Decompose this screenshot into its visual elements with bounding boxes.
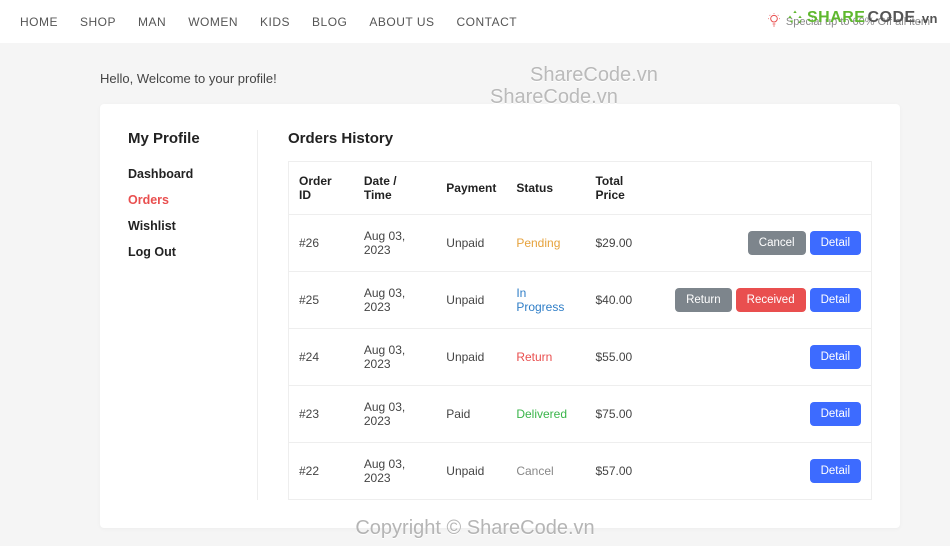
actions-cell: Detail (661, 386, 871, 443)
date-cell: Aug 03, 2023 (354, 329, 436, 386)
date-cell: Aug 03, 2023 (354, 215, 436, 272)
received-button[interactable]: Received (736, 288, 806, 312)
nav-blog[interactable]: BLOG (312, 15, 347, 29)
date-cell: Aug 03, 2023 (354, 386, 436, 443)
nav-man[interactable]: MAN (138, 15, 166, 29)
price-cell: $29.00 (585, 215, 661, 272)
sidebar-item-wishlist[interactable]: Wishlist (128, 213, 237, 239)
payment-cell: Unpaid (436, 272, 506, 329)
col-actions (661, 162, 871, 215)
nav-contact[interactable]: CONTACT (457, 15, 518, 29)
logo-share: SHARE (807, 9, 866, 27)
profile-card: My Profile Dashboard Orders Wishlist Log… (100, 104, 900, 528)
orders-title: Orders History (288, 130, 872, 147)
payment-cell: Unpaid (436, 215, 506, 272)
actions-cell: CancelDetail (661, 215, 871, 272)
nav-about[interactable]: ABOUT US (369, 15, 434, 29)
status-cell: Delivered (506, 386, 585, 443)
table-header-row: Order ID Date / Time Payment Status Tota… (289, 162, 872, 215)
order-id-cell: #22 (289, 443, 354, 500)
recycle-icon (785, 8, 805, 28)
price-cell: $55.00 (585, 329, 661, 386)
status-cell: In Progress (506, 272, 585, 329)
return-button[interactable]: Return (675, 288, 732, 312)
nav-home[interactable]: HOME (20, 15, 58, 29)
col-order-id: Order ID (289, 162, 354, 215)
welcome-text: Hello, Welcome to your profile! (0, 43, 950, 104)
nav-shop[interactable]: SHOP (80, 15, 116, 29)
table-row: #25Aug 03, 2023UnpaidIn Progress$40.00Re… (289, 272, 872, 329)
main-nav: HOME SHOP MAN WOMEN KIDS BLOG ABOUT US C… (20, 15, 517, 29)
nav-kids[interactable]: KIDS (260, 15, 290, 29)
status-cell: Cancel (506, 443, 585, 500)
nav-women[interactable]: WOMEN (188, 15, 238, 29)
col-date: Date / Time (354, 162, 436, 215)
order-id-cell: #25 (289, 272, 354, 329)
payment-cell: Paid (436, 386, 506, 443)
order-id-cell: #23 (289, 386, 354, 443)
actions-cell: Detail (661, 329, 871, 386)
price-cell: $75.00 (585, 386, 661, 443)
col-price: Total Price (585, 162, 661, 215)
table-row: #24Aug 03, 2023UnpaidReturn$55.00 Detail (289, 329, 872, 386)
logo-vn: .vn (918, 11, 938, 26)
sidebar-item-dashboard[interactable]: Dashboard (128, 161, 237, 187)
table-row: #23Aug 03, 2023PaidDelivered$75.00 Detail (289, 386, 872, 443)
date-cell: Aug 03, 2023 (354, 443, 436, 500)
col-status: Status (506, 162, 585, 215)
payment-cell: Unpaid (436, 329, 506, 386)
sidebar-title: My Profile (128, 130, 237, 147)
footer-copyright: Copyright © ShareCode.vn (355, 517, 594, 540)
orders-table: Order ID Date / Time Payment Status Tota… (288, 161, 872, 500)
sidebar-item-orders[interactable]: Orders (128, 187, 237, 213)
order-id-cell: #26 (289, 215, 354, 272)
cancel-button[interactable]: Cancel (748, 231, 806, 255)
actions-cell: Detail (661, 443, 871, 500)
detail-button[interactable]: Detail (810, 345, 861, 369)
status-cell: Pending (506, 215, 585, 272)
date-cell: Aug 03, 2023 (354, 272, 436, 329)
sidebar-item-logout[interactable]: Log Out (128, 239, 237, 265)
profile-sidebar: My Profile Dashboard Orders Wishlist Log… (128, 130, 258, 500)
order-id-cell: #24 (289, 329, 354, 386)
table-row: #26Aug 03, 2023UnpaidPending$29.00Cancel… (289, 215, 872, 272)
price-cell: $40.00 (585, 272, 661, 329)
detail-button[interactable]: Detail (810, 288, 861, 312)
logo-code: CODE (867, 9, 915, 27)
price-cell: $57.00 (585, 443, 661, 500)
detail-button[interactable]: Detail (810, 459, 861, 483)
status-cell: Return (506, 329, 585, 386)
col-payment: Payment (436, 162, 506, 215)
bulb-icon (766, 12, 782, 31)
orders-section: Orders History Order ID Date / Time Paym… (288, 130, 872, 500)
detail-button[interactable]: Detail (810, 231, 861, 255)
table-row: #22Aug 03, 2023UnpaidCancel$57.00 Detail (289, 443, 872, 500)
detail-button[interactable]: Detail (810, 402, 861, 426)
brand-logo: SHARECODE.vn (785, 8, 938, 28)
actions-cell: ReturnReceivedDetail (661, 272, 871, 329)
payment-cell: Unpaid (436, 443, 506, 500)
